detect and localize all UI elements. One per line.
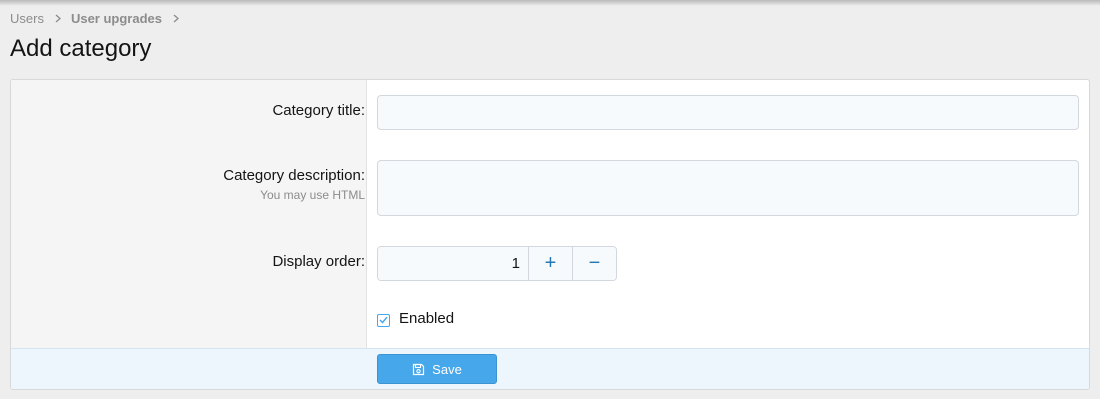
decrement-button[interactable]: − [572, 247, 616, 280]
breadcrumb-user-upgrades[interactable]: User upgrades [71, 11, 162, 26]
category-description-label: Category description: [223, 167, 365, 184]
save-button[interactable]: Save [377, 354, 497, 384]
display-order-label: Display order: [272, 253, 365, 270]
save-button-label: Save [432, 361, 462, 377]
minus-icon: − [588, 252, 601, 274]
category-description-input[interactable] [377, 160, 1079, 216]
save-icon [412, 363, 425, 376]
category-title-label: Category title: [272, 102, 365, 119]
submit-row: Save [11, 348, 1089, 389]
breadcrumb: Users User upgrades [10, 11, 189, 26]
enabled-checkbox[interactable] [377, 313, 390, 327]
page-title: Add category [10, 35, 152, 62]
display-order-input[interactable] [378, 247, 528, 280]
chevron-right-icon [173, 11, 179, 26]
category-form: Category title: Category description: Yo… [10, 79, 1090, 390]
enabled-label: Enabled [399, 310, 455, 327]
label-column [11, 80, 367, 348]
breadcrumb-users[interactable]: Users [10, 11, 44, 26]
display-order-stepper: + − [377, 246, 617, 281]
check-icon [379, 316, 388, 324]
category-description-hint: You may use HTML [260, 188, 365, 202]
enabled-checkbox-row[interactable]: Enabled [377, 310, 454, 327]
top-shadow [0, 0, 1100, 6]
chevron-right-icon [55, 11, 61, 26]
increment-button[interactable]: + [528, 247, 572, 280]
category-title-input[interactable] [377, 95, 1079, 130]
plus-icon: + [544, 252, 557, 274]
